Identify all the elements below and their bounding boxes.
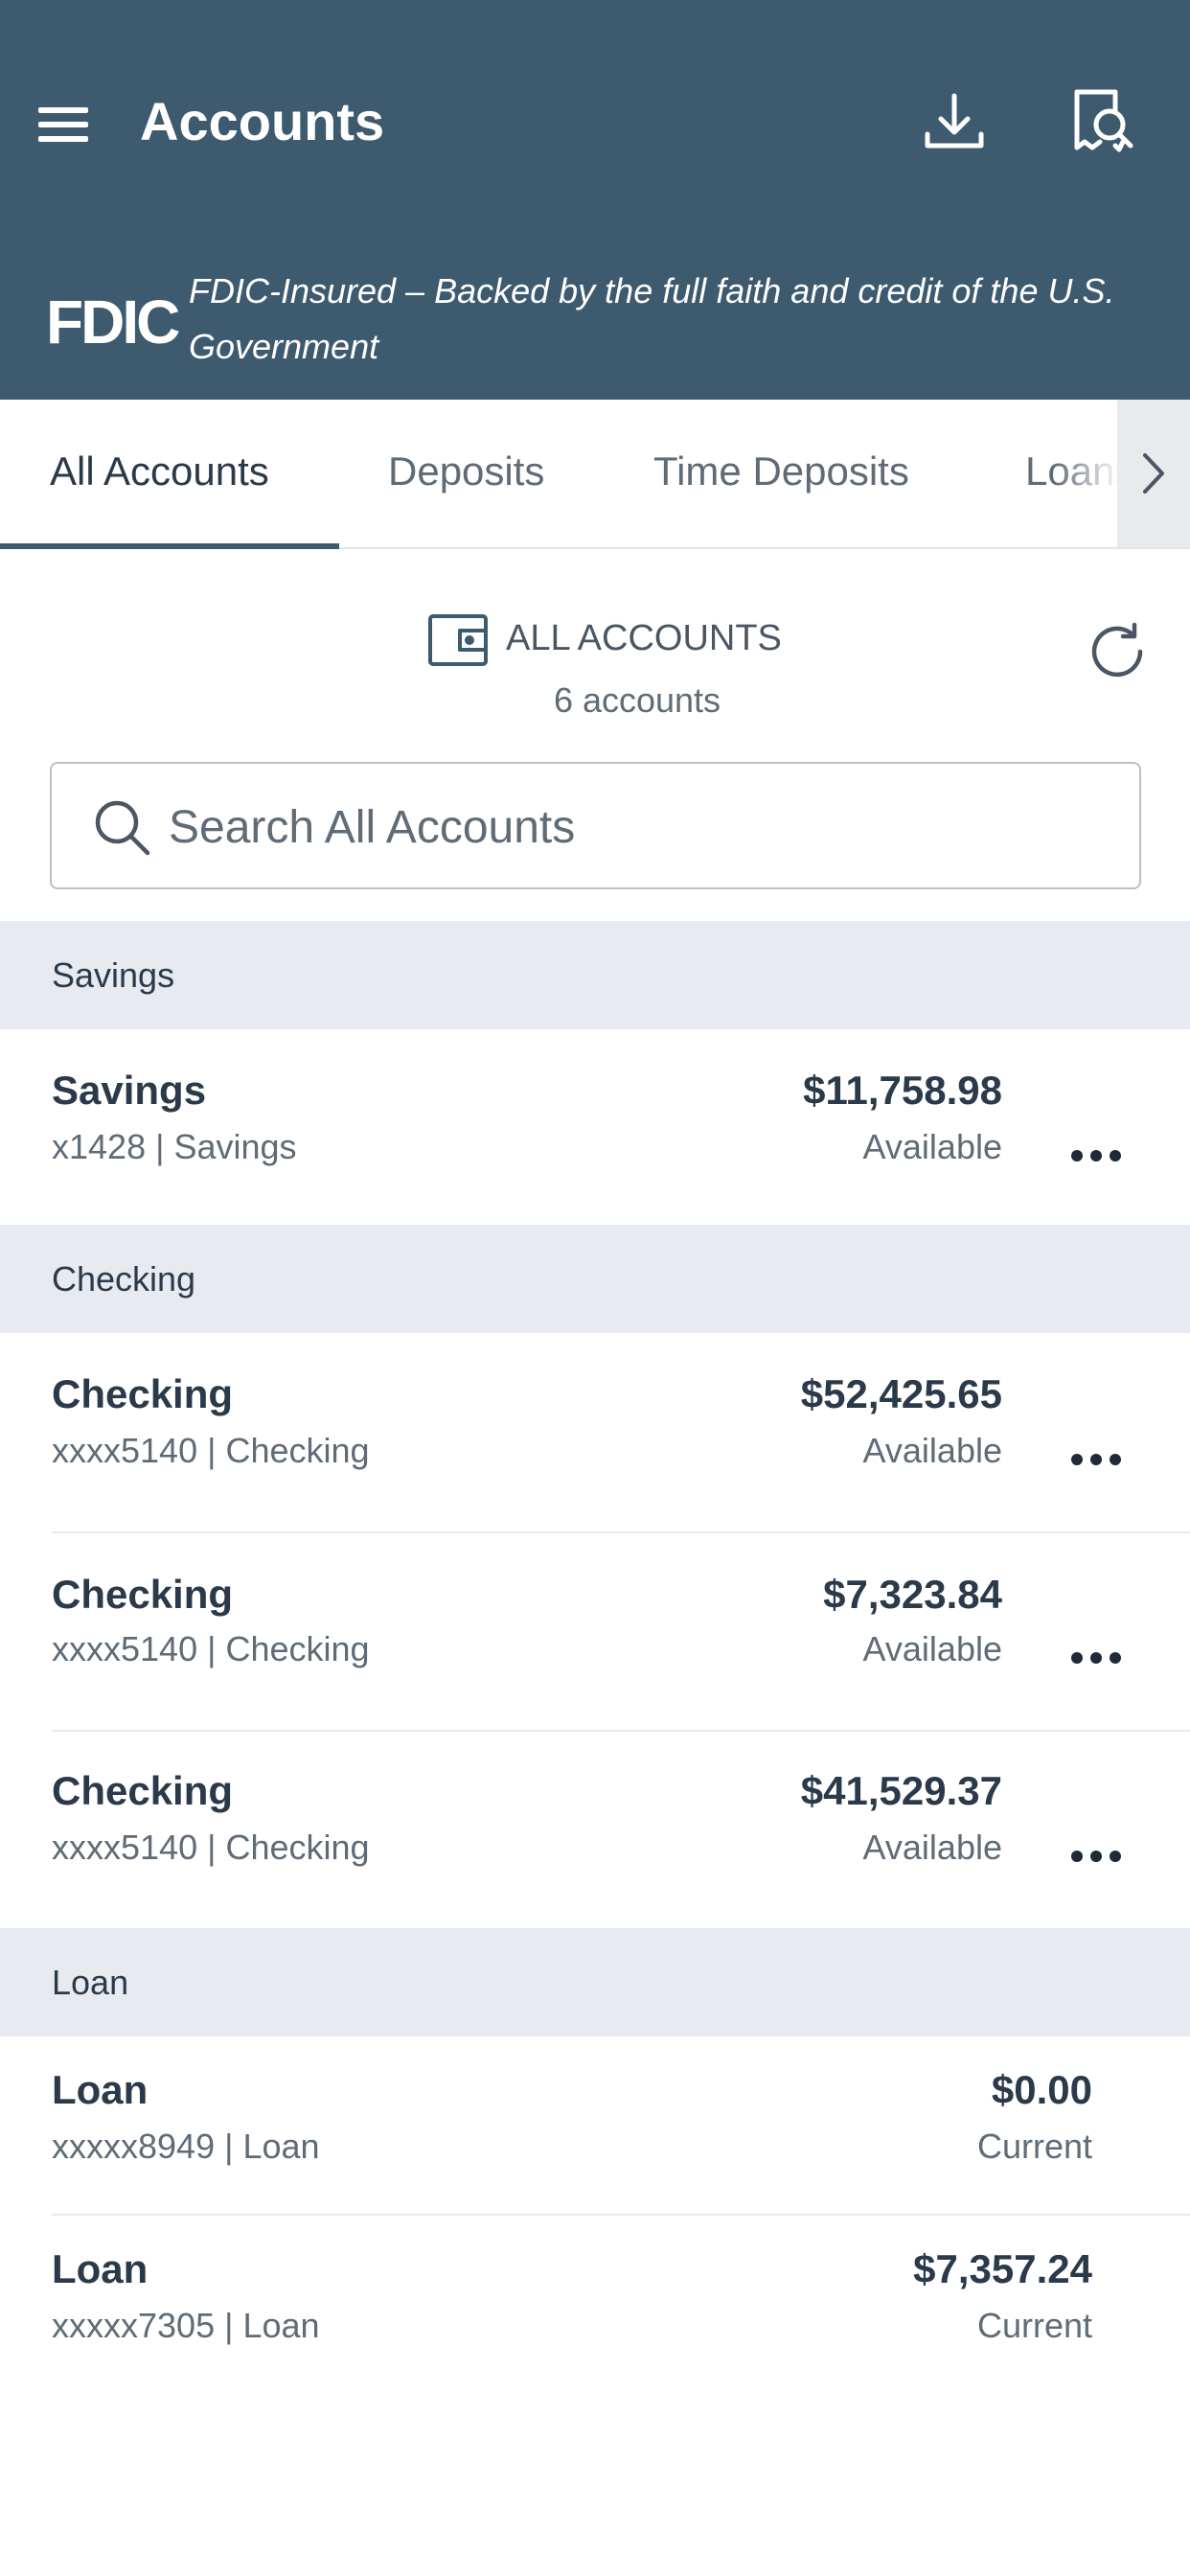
tab-deposits[interactable]: Deposits — [388, 400, 544, 549]
balance-status: Available — [862, 1431, 1002, 1470]
balance-status: Available — [862, 1127, 1002, 1166]
account-tabs: All Accounts Deposits Time Deposits Loan… — [0, 400, 1190, 549]
tab-all-accounts[interactable]: All Accounts — [50, 400, 269, 549]
account-number: x1428 | Savings — [52, 1127, 297, 1166]
tab-time-deposits[interactable]: Time Deposits — [653, 400, 909, 549]
chevron-right-icon — [1143, 453, 1164, 494]
tab-fade — [1054, 400, 1117, 547]
search-box — [50, 762, 1141, 889]
account-row[interactable]: Checking xxxx5140 | Checking $41,529.37 … — [0, 1732, 1190, 1928]
account-balance: $11,758.98 — [803, 1068, 1002, 1113]
account-name: Loan — [52, 2067, 149, 2112]
tabs-scroll-right-button[interactable] — [1117, 400, 1190, 547]
account-balance: $0.00 — [991, 2067, 1092, 2112]
account-name: Checking — [52, 1768, 234, 1813]
account-number: xxxxx8949 | Loan — [52, 2127, 320, 2166]
more-options-icon[interactable] — [1065, 1639, 1127, 1677]
balance-status: Current — [976, 2127, 1092, 2166]
search-input[interactable] — [169, 787, 1117, 867]
statement-search-icon[interactable] — [1062, 84, 1138, 161]
active-tab-indicator — [0, 543, 339, 549]
account-balance: $7,323.84 — [823, 1572, 1002, 1617]
account-count: 6 accounts — [553, 680, 721, 720]
account-number: xxxx5140 | Checking — [52, 1629, 370, 1668]
account-row[interactable]: Loan xxxxx7305 | Loan $7,357.24 Current — [0, 2216, 1190, 2398]
summary-title: ALL ACCOUNTS — [506, 618, 782, 658]
account-row[interactable]: Checking xxxx5140 | Checking $7,323.84 A… — [0, 1533, 1190, 1730]
account-row[interactable]: Savings x1428 | Savings $11,758.98 Avail… — [0, 1029, 1190, 1225]
account-balance: $41,529.37 — [800, 1768, 1002, 1813]
account-name: Checking — [52, 1572, 234, 1617]
fdic-disclaimer: FDIC-Insured – Backed by the full faith … — [189, 271, 1115, 366]
wallet-icon — [428, 614, 488, 666]
account-number: xxxx5140 | Checking — [52, 1828, 370, 1867]
account-name: Loan — [52, 2246, 149, 2291]
section-header-savings: Savings — [0, 921, 1190, 1029]
account-balance: $7,357.24 — [913, 2246, 1092, 2291]
more-options-icon[interactable] — [1065, 1837, 1127, 1875]
search-icon — [95, 800, 150, 856]
account-row[interactable]: Loan xxxxx8949 | Loan $0.00 Current — [0, 2036, 1190, 2215]
account-name: Savings — [52, 1068, 207, 1113]
download-icon[interactable] — [916, 84, 993, 161]
balance-status: Current — [976, 2306, 1092, 2345]
section-header-checking: Checking — [0, 1225, 1190, 1333]
account-row[interactable]: Checking xxxx5140 | Checking $52,425.65 … — [0, 1333, 1190, 1532]
more-options-icon[interactable] — [1065, 1440, 1127, 1479]
account-number: xxxxx7305 | Loan — [52, 2306, 320, 2345]
menu-icon[interactable] — [38, 96, 96, 153]
more-options-icon[interactable] — [1065, 1137, 1127, 1175]
section-header-loan: Loan — [0, 1928, 1190, 2036]
account-balance: $52,425.65 — [800, 1371, 1002, 1416]
account-number: xxxx5140 | Checking — [52, 1431, 370, 1470]
page-title: Accounts — [140, 91, 385, 151]
account-name: Checking — [52, 1371, 234, 1416]
balance-status: Available — [862, 1629, 1002, 1668]
refresh-icon[interactable] — [1085, 619, 1150, 684]
app-header: Accounts FDIC FDIC-Insured – Backed by t… — [0, 0, 1190, 400]
balance-status: Available — [862, 1828, 1002, 1867]
fdic-logo: FDIC — [46, 288, 180, 356]
